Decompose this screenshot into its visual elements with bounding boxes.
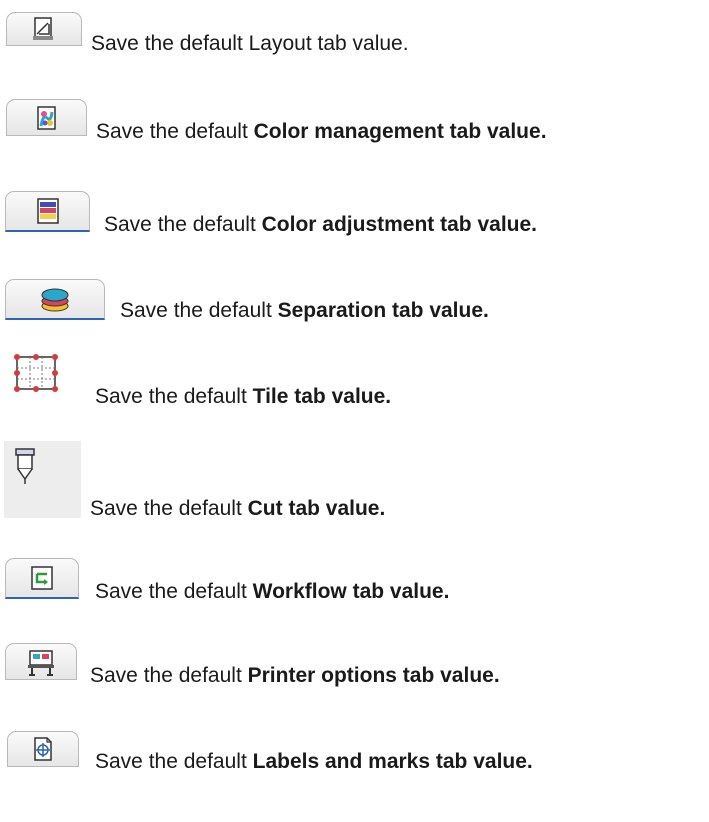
item-label: Color management tab value. (253, 120, 547, 143)
item-label: Workflow tab value. (252, 580, 450, 603)
item-label: Printer options tab value. (247, 664, 500, 687)
tile-tab-icon[interactable] (13, 353, 61, 400)
labels-and-marks-tab-button[interactable] (7, 731, 79, 767)
item-prefix: Save the default (90, 664, 248, 687)
cut-tab-button[interactable] (4, 441, 81, 518)
item-prefix: Save the default (95, 385, 253, 408)
item-label: Layout tab value. (248, 32, 409, 55)
item-label: Tile tab value. (252, 385, 392, 408)
item-prefix: Save the default (90, 497, 248, 520)
separation-tab-button[interactable] (5, 279, 105, 320)
item-label: Labels and marks tab value. (252, 750, 533, 773)
item-prefix: Save the default (104, 213, 262, 236)
item-prefix: Save the default (91, 32, 249, 55)
cut-tab-icon (12, 447, 38, 492)
item-label: Separation tab value. (277, 299, 489, 322)
item-label: Cut tab value. (247, 497, 386, 520)
item-prefix: Save the default (120, 299, 278, 322)
color-adjustment-tab-button[interactable] (5, 191, 90, 232)
item-label: Color adjustment tab value. (261, 213, 538, 236)
color-management-tab-button[interactable] (6, 99, 87, 136)
item-prefix: Save the default (95, 750, 253, 773)
printer-options-tab-button[interactable] (5, 643, 77, 680)
workflow-tab-button[interactable] (5, 558, 79, 599)
item-prefix: Save the default (96, 120, 254, 143)
layout-tab-button[interactable] (6, 12, 82, 46)
item-prefix: Save the default (95, 580, 253, 603)
